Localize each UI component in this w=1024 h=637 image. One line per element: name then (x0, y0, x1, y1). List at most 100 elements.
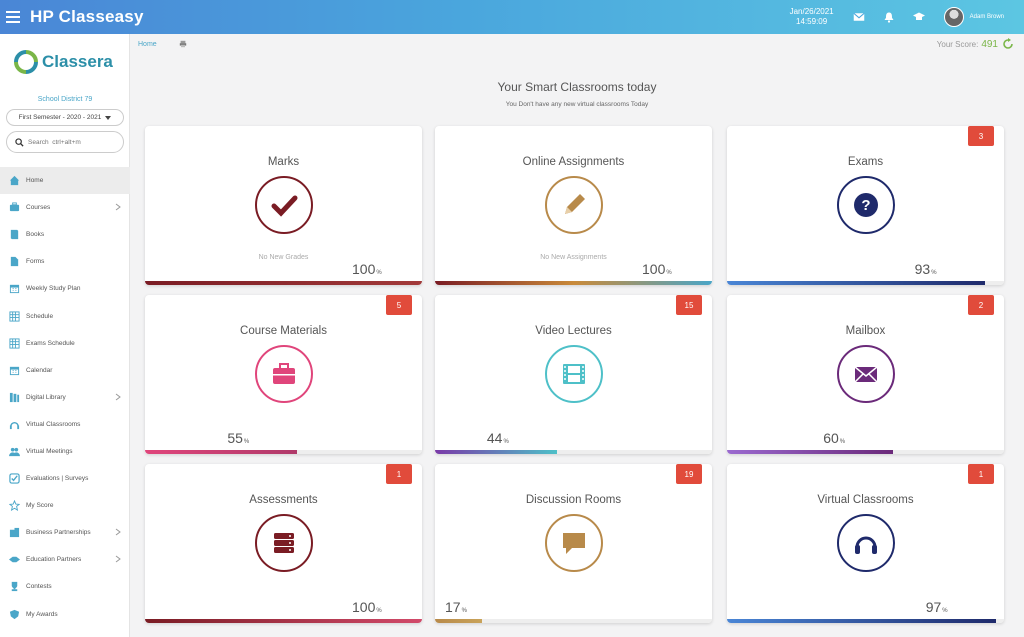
sidebar-item-business-partnerships[interactable]: Business Partnerships (0, 519, 130, 546)
progress-bar (435, 450, 557, 454)
sidebar-item-weekly-study-plan[interactable]: Weekly Study Plan (0, 275, 130, 302)
mail-icon[interactable] (850, 8, 868, 26)
briefcase-icon (8, 202, 20, 214)
table-icon (8, 310, 20, 322)
sidebar-item-digital-library[interactable]: Digital Library (0, 384, 130, 411)
home-icon (8, 175, 20, 187)
sidebar-item-label: Evaluations | Surveys (26, 475, 89, 483)
sidebar-item-my-awards[interactable]: My Awards (0, 601, 130, 628)
briefcase-icon (272, 363, 295, 384)
trophy-icon (8, 581, 20, 593)
progress-bar (727, 281, 985, 285)
avatar[interactable] (943, 7, 964, 27)
progress-value: 100 (352, 261, 376, 277)
search-input[interactable] (28, 138, 118, 146)
book-icon (8, 229, 20, 241)
progress-bar (435, 281, 712, 285)
sidebar-item-label: Business Partnerships (26, 529, 91, 537)
card-course-materials[interactable]: 5 Course Materials 55% (145, 295, 422, 454)
sidebar-item-label: My Score (26, 502, 54, 510)
card-assessments[interactable]: 1 Assessments 100% (145, 464, 422, 623)
card-title: Discussion Rooms (525, 494, 622, 506)
sidebar-item-home[interactable]: Home (0, 167, 130, 195)
breadcrumb: Home (138, 40, 187, 48)
card-online-assignments[interactable]: Online Assignments No New Assignments 10… (435, 126, 712, 285)
progress-value: 60 (823, 430, 839, 446)
card-mailbox[interactable]: 2 Mailbox 60% (727, 295, 1004, 454)
card-title: Marks (267, 156, 300, 168)
progress-percent: 55% (227, 430, 250, 446)
card-icon-circle: ? (836, 176, 895, 234)
card-icon-circle (254, 176, 313, 234)
card-title: Assessments (249, 494, 318, 506)
print-icon[interactable] (179, 40, 187, 48)
page-subheading: You Don't have any new virtual classroom… (505, 101, 649, 108)
classera-logo-icon (14, 50, 38, 74)
sidebar-item-forms[interactable]: Forms (0, 248, 130, 275)
sidebar-item-virtual-meetings[interactable]: Virtual Meetings (0, 438, 130, 465)
card-video-lectures[interactable]: 15 Video Lectures 44% (435, 295, 712, 454)
sidebar-item-label: Virtual Meetings (26, 447, 73, 455)
hamburger-menu-icon[interactable] (6, 8, 20, 26)
logo[interactable]: Classera (14, 50, 113, 74)
search-box[interactable] (6, 131, 124, 153)
sidebar-item-exams-schedule[interactable]: Exams Schedule (0, 330, 130, 357)
sidebar-item-virtual-classrooms[interactable]: Virtual Classrooms (0, 411, 130, 438)
envelope-icon (853, 366, 878, 383)
sidebar-item-courses[interactable]: Courses (0, 194, 130, 221)
progress-percent: 100% (352, 261, 382, 277)
progress-value: 100 (642, 261, 666, 277)
progress-percent: 100% (642, 261, 672, 277)
sidebar-item-education-partners[interactable]: Education Partners (0, 546, 130, 573)
progress-percent: 17% (445, 599, 467, 615)
semester-dropdown[interactable]: First Semester - 2020 - 2021 (6, 109, 124, 126)
users-icon (8, 445, 20, 457)
sidebar-item-label: Home (26, 177, 44, 185)
notification-badge: 5 (386, 295, 412, 315)
refresh-icon[interactable] (1002, 38, 1014, 50)
progress-value: 93 (914, 261, 931, 277)
bell-icon[interactable] (880, 8, 898, 26)
sidebar-item-books[interactable]: Books (0, 221, 130, 248)
sidebar-item-label: Courses (26, 204, 51, 212)
card-exams[interactable]: 3 Exams ? 93% (727, 126, 1004, 285)
sidebar-item-schedule[interactable]: Schedule (0, 302, 130, 329)
sidebar-item-contests[interactable]: Contests (0, 573, 130, 600)
breadcrumb-home[interactable]: Home (138, 41, 157, 48)
card-title: Exams (847, 156, 884, 168)
sidebar-nav: Home Courses Books Forms Weekly Study Pl… (0, 167, 130, 628)
progress-bar (145, 281, 422, 285)
sidebar-item-label: Education Partners (26, 556, 82, 564)
sidebar-item-calendar[interactable]: Calendar (0, 357, 130, 384)
card-title: Video Lectures (535, 325, 612, 337)
notification-badge: 1 (386, 464, 412, 484)
sidebar-item-label: Contests (26, 583, 52, 591)
checkmark-icon (271, 195, 297, 217)
headphones-icon (854, 536, 877, 554)
progress-percent: 97% (925, 599, 948, 615)
chevron-right-icon (115, 393, 121, 401)
score-value: 491 (981, 38, 998, 50)
card-subtext: No New Assignments (540, 254, 607, 261)
file-icon (8, 256, 20, 268)
sidebar-item-my-score[interactable]: My Score (0, 492, 130, 519)
pencil-icon (564, 194, 585, 214)
logo-text: Classera (42, 52, 113, 71)
progress-percent: 60% (823, 430, 846, 446)
sidebar-item-label: Calendar (26, 366, 53, 374)
date-text: Jan/26/2021 (789, 7, 834, 16)
sidebar-item-evaluations-surveys[interactable]: Evaluations | Surveys (0, 465, 130, 492)
sidebar-item-label: Virtual Classrooms (26, 420, 81, 428)
graduation-cap-icon[interactable] (910, 8, 928, 26)
card-icon-circle (544, 176, 603, 234)
progress-percent: 100% (352, 599, 382, 615)
user-name[interactable]: Adam Brown (970, 14, 1004, 20)
calendar-icon (8, 283, 20, 295)
question-icon: ? (853, 193, 878, 217)
card-icon-circle (544, 514, 603, 572)
card-virtual-classrooms[interactable]: 1 Virtual Classrooms 97% (727, 464, 1004, 623)
notification-badge: 2 (968, 295, 994, 315)
card-marks[interactable]: Marks No New Grades 100% (145, 126, 422, 285)
server-icon (273, 533, 294, 553)
card-discussion-rooms[interactable]: 19 Discussion Rooms 17% (435, 464, 712, 623)
